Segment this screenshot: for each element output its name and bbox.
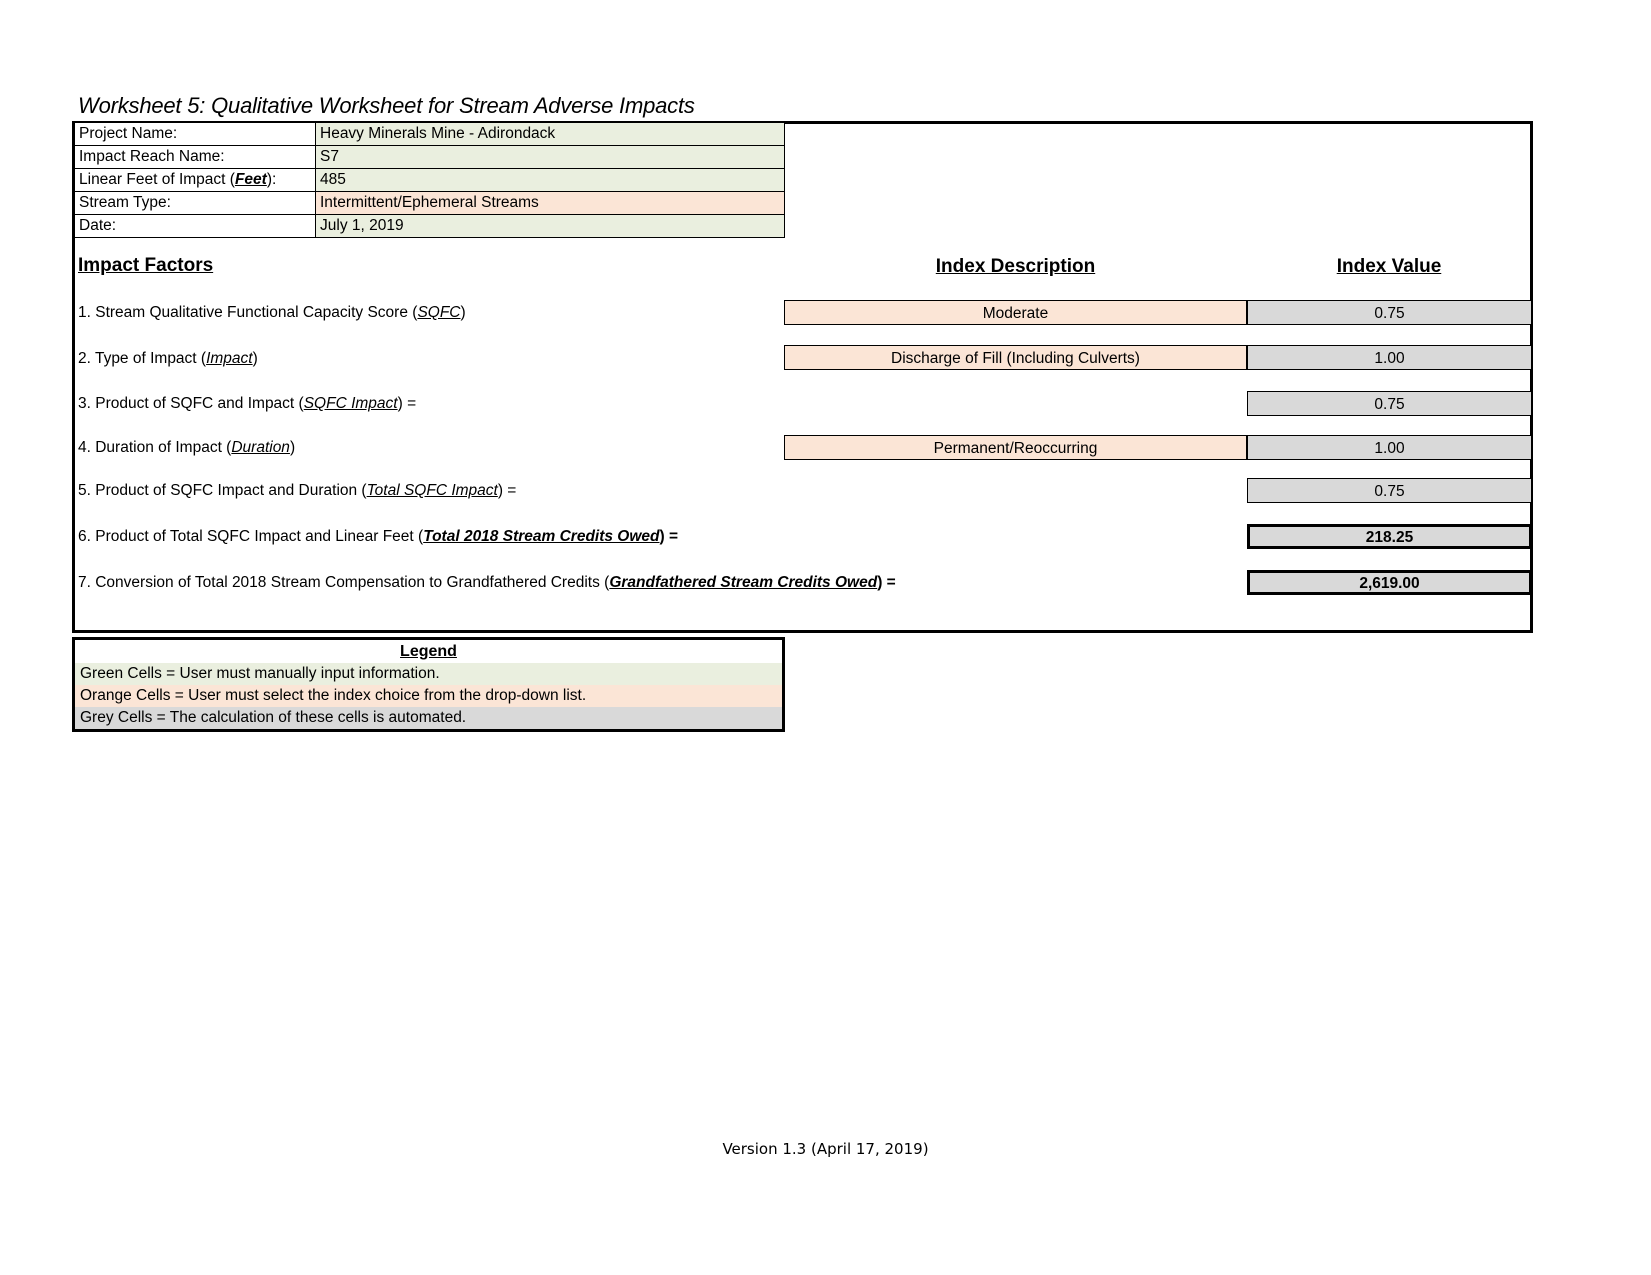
linear-feet-label-pre: Linear Feet of Impact ( <box>79 171 235 188</box>
factor-7-term: Grandfathered Stream Credits Owed <box>609 574 878 591</box>
factor-1-value-cell: 0.75 <box>1247 300 1532 325</box>
linear-feet-label: Linear Feet of Impact (Feet): <box>74 168 316 192</box>
factor-7-label: 7. Conversion of Total 2018 Stream Compe… <box>78 574 896 592</box>
date-value[interactable]: July 1, 2019 <box>315 214 785 238</box>
table-row: Impact Reach Name: S7 <box>74 145 785 169</box>
legend-item-green: Green Cells = User must manually input i… <box>75 663 782 685</box>
factor-5-value-cell: 0.75 <box>1247 478 1532 503</box>
factor-4-text-post: ) <box>289 439 296 456</box>
factor-2-label: 2. Type of Impact (Impact) <box>78 350 258 368</box>
factor-1-text-pre: Stream Qualitative Functional Capacity S… <box>95 304 418 321</box>
linear-feet-value[interactable]: 485 <box>315 168 785 192</box>
factor-6-text-post: ) = <box>659 528 679 545</box>
index-description-heading-text: Index Description <box>935 256 1096 277</box>
factor-6-term: Total 2018 Stream Credits Owed <box>423 528 660 545</box>
factor-2-term: Impact <box>206 350 253 367</box>
factor-1-text-post: ) <box>460 304 466 321</box>
index-description-heading: Index Description <box>784 256 1247 278</box>
factor-6-number: 6. <box>78 528 96 545</box>
factor-3-text-pre: Product of SQFC and Impact ( <box>95 395 304 412</box>
factor-3-number: 3. <box>78 395 96 412</box>
factor-4-description-cell[interactable]: Permanent/Reoccurring <box>784 435 1247 460</box>
linear-feet-label-post: ): <box>266 171 277 188</box>
factor-5-term: Total SQFC Impact <box>366 482 498 499</box>
legend-title: Legend <box>75 640 782 663</box>
factor-1-term: SQFC <box>417 304 461 321</box>
project-name-label: Project Name: <box>74 122 316 146</box>
factor-5-number: 5. <box>78 482 96 499</box>
factor-4-number: 4. <box>78 439 96 456</box>
factor-5-text-pre: Product of SQFC Impact and Duration ( <box>95 482 367 499</box>
factor-3-label: 3. Product of SQFC and Impact (SQFC Impa… <box>78 395 416 413</box>
date-label: Date: <box>74 214 316 238</box>
factor-3-value-cell: 0.75 <box>1247 391 1532 416</box>
factor-4-value-cell: 1.00 <box>1247 435 1532 460</box>
factor-7-number: 7. <box>78 574 96 591</box>
factor-4-label: 4. Duration of Impact (Duration) <box>78 439 295 457</box>
factor-6-text-pre: Product of Total SQFC Impact and Linear … <box>95 528 424 545</box>
factor-3-text-post: ) = <box>397 395 417 412</box>
table-row: Linear Feet of Impact (Feet): 485 <box>74 168 785 192</box>
index-value-heading-text: Index Value <box>1336 256 1442 277</box>
factor-4-text-pre: Duration of Impact ( <box>95 439 232 456</box>
table-row: Project Name: Heavy Minerals Mine - Adir… <box>74 122 785 146</box>
legend-item-grey: Grey Cells = The calculation of these ce… <box>75 707 782 729</box>
footer-version: Version 1.3 (April 17, 2019) <box>722 1140 929 1158</box>
index-value-heading: Index Value <box>1247 256 1531 278</box>
factor-6-label: 6. Product of Total SQFC Impact and Line… <box>78 528 678 546</box>
worksheet-title: Worksheet 5: Qualitative Worksheet for S… <box>78 93 695 118</box>
legend-box: Legend Green Cells = User must manually … <box>72 637 785 732</box>
factor-2-value-cell: 1.00 <box>1247 345 1532 370</box>
factor-4-term: Duration <box>231 439 290 456</box>
project-name-value[interactable]: Heavy Minerals Mine - Adirondack <box>315 122 785 146</box>
table-row: Stream Type: Intermittent/Ephemeral Stre… <box>74 191 785 215</box>
factor-1-description-cell[interactable]: Moderate <box>784 300 1247 325</box>
stream-type-value[interactable]: Intermittent/Ephemeral Streams <box>315 191 785 215</box>
factor-1-label: 1. Stream Qualitative Functional Capacit… <box>78 304 466 322</box>
stream-type-label: Stream Type: <box>74 191 316 215</box>
factor-5-label: 5. Product of SQFC Impact and Duration (… <box>78 482 516 500</box>
linear-feet-label-term: Feet <box>234 171 267 188</box>
grandfathered-stream-credits-owed-cell: 2,619.00 <box>1247 570 1532 595</box>
factor-2-text-pre: Type of Impact ( <box>94 350 207 367</box>
factor-5-text-post: ) = <box>497 482 517 499</box>
impact-reach-name-value[interactable]: S7 <box>315 145 785 169</box>
table-row: Date: July 1, 2019 <box>74 214 785 238</box>
factor-2-number: 2. <box>78 350 95 367</box>
legend-item-orange: Orange Cells = User must select the inde… <box>75 685 782 707</box>
factor-1-number: 1. <box>78 304 96 321</box>
project-info-table: Project Name: Heavy Minerals Mine - Adir… <box>74 122 785 238</box>
factor-7-text-post: ) = <box>877 574 896 591</box>
factor-2-text-post: ) <box>252 350 258 367</box>
factor-7-text-pre: Conversion of Total 2018 Stream Compensa… <box>95 574 610 591</box>
impact-factors-heading: Impact Factors <box>78 255 214 276</box>
factor-2-description-cell[interactable]: Discharge of Fill (Including Culverts) <box>784 345 1247 370</box>
factor-3-term: SQFC Impact <box>303 395 398 412</box>
impact-reach-name-label: Impact Reach Name: <box>74 145 316 169</box>
total-2018-stream-credits-owed-cell: 218.25 <box>1247 524 1532 549</box>
